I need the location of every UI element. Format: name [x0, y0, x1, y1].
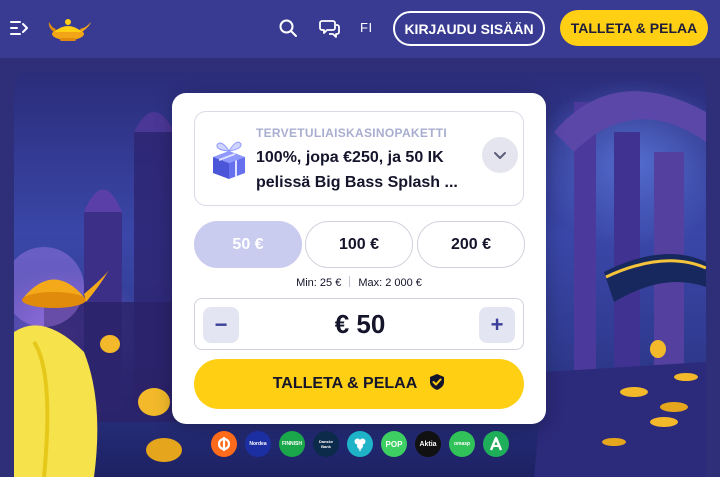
login-button[interactable]: KIRJAUDU SISÄÄN	[393, 11, 545, 46]
deposit-play-label: TALLETA & PELAA	[272, 375, 418, 392]
genie-lamp-logo[interactable]	[46, 14, 92, 42]
language-switcher[interactable]: FI	[360, 20, 373, 35]
amount-option-50[interactable]: 50 €	[194, 221, 302, 268]
payment-danske-bank: Danske Bank	[313, 431, 339, 457]
chevron-down-icon[interactable]	[482, 137, 518, 173]
header-deposit-play-button[interactable]: TALLETA & PELAA	[560, 10, 708, 46]
shield-check-icon	[429, 373, 445, 396]
welcome-bonus-panel[interactable]: TERVETULIAISKASINOPAKETTI 100%, jopa €25…	[194, 111, 524, 206]
payment-omasp: omasp	[449, 431, 475, 457]
a-logo-icon	[483, 431, 509, 457]
amount-input[interactable]: € 50	[255, 299, 465, 349]
promo-eyebrow: TERVETULIAISKASINOPAKETTI	[256, 126, 448, 140]
gift-box-icon	[207, 137, 249, 181]
op-clover-icon	[347, 431, 373, 457]
chat-bubbles-icon[interactable]	[319, 17, 341, 39]
payment-nordea: Nordea	[245, 431, 271, 457]
max-limit: Max: 2 000 €	[358, 277, 422, 289]
decrease-amount-button[interactable]: −	[203, 307, 239, 343]
amount-option-100[interactable]: 100 €	[305, 221, 413, 268]
payment-finnish: FINNISH	[279, 431, 305, 457]
limits-divider	[349, 276, 351, 287]
promo-title: 100%, jopa €250, ja 50 IK pelissä Big Ba…	[256, 149, 458, 191]
min-limit: Min: 25 €	[296, 277, 342, 289]
payment-aktia: Aktia	[415, 431, 441, 457]
deposit-card: TERVETULIAISKASINOPAKETTI 100%, jopa €25…	[172, 93, 546, 424]
payment-pop: POP	[381, 431, 407, 457]
top-header: FI KIRJAUDU SISÄÄN TALLETA & PELAA	[0, 0, 720, 58]
menu-collapse-icon[interactable]	[8, 17, 30, 39]
deposit-limits: Min: 25 € Max: 2 000 €	[172, 276, 546, 289]
amount-stepper: − € 50 +	[194, 298, 524, 350]
amount-option-200[interactable]: 200 €	[417, 221, 525, 268]
deposit-play-button[interactable]: TALLETA & PELAA	[194, 359, 524, 409]
search-icon[interactable]	[278, 18, 298, 38]
p-logo-icon	[211, 431, 237, 457]
increase-amount-button[interactable]: +	[479, 307, 515, 343]
